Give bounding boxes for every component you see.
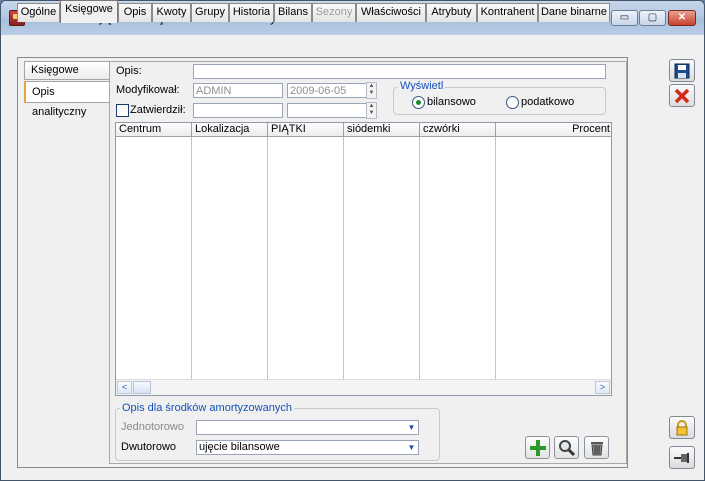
wyswietl-label: Wyświetl [398,80,446,92]
red-x-icon [674,88,690,103]
maximize-button[interactable]: ▢ [639,10,666,26]
tab-grupy[interactable]: Grupy [191,3,229,22]
analytics-grid[interactable]: Centrum Lokalizacja PIĄTKI siódemki czwó… [115,122,612,396]
horizontal-scrollbar[interactable]: < > [116,379,611,395]
zatwierdzil-date-field[interactable] [287,103,367,118]
column-header-centrum[interactable]: Centrum [116,123,192,137]
tab-historia[interactable]: Historia [229,3,274,22]
lock-button[interactable] [669,416,695,439]
tab-kontrahent[interactable]: Kontrahent [477,3,538,22]
radio-bilansowo-label[interactable]: bilansowo [427,96,476,108]
jednotorowo-select[interactable]: ▼ [196,420,419,435]
zatwierdzil-user-field[interactable] [193,103,283,118]
tab-opis[interactable]: Opis [118,3,152,22]
subtab-opis-analityczny[interactable]: Opis analityczny [24,81,110,118]
chevron-down-icon[interactable]: ▼ [405,421,418,434]
magnifier-icon [558,439,575,456]
tab-sezony: Sezony [312,3,356,22]
column-header-siodemki[interactable]: siódemki [344,123,420,137]
modyfikowal-user-field [193,83,283,98]
zatwierdzil-date-spinner[interactable]: ▲ ▼ [366,102,377,119]
scroll-left-button[interactable]: < [117,381,132,394]
floppy-icon [674,63,690,78]
radio-bilansowo[interactable] [412,96,425,109]
spin-down-icon: ▼ [368,90,375,96]
tab-atrybuty[interactable]: Atrybuty [426,3,477,22]
search-button[interactable] [554,436,579,459]
tab-wlasciwosci[interactable]: Właściwości [356,3,426,22]
jednotorowo-label: Jednotorowo [121,421,184,433]
column-divider [191,137,192,380]
pin-button[interactable] [669,446,695,469]
trash-icon [590,441,603,455]
spin-up-icon: ▲ [368,103,375,109]
padlock-icon [676,419,688,435]
scrollbar-thumb[interactable] [133,381,151,394]
chevron-down-icon[interactable]: ▼ [405,441,418,454]
column-header-procent[interactable]: Procent [496,123,611,137]
plus-icon [529,439,546,456]
column-header-czworki[interactable]: czwórki [420,123,496,137]
tab-ogolne[interactable]: Ogólne [17,3,60,22]
radio-podatkowo[interactable] [506,96,519,109]
amortization-label: Opis dla środków amortyzowanych [120,402,294,414]
delete-button[interactable] [584,436,609,459]
scroll-right-button[interactable]: > [595,381,610,394]
opis-label: Opis: [116,65,142,77]
save-button[interactable] [669,59,695,82]
subtab-ksiegowe[interactable]: Księgowe [24,61,110,80]
spin-down-icon: ▼ [368,110,375,116]
radio-podatkowo-label[interactable]: podatkowo [521,96,574,108]
tab-bilans[interactable]: Bilans [274,3,312,22]
dwutorowo-select[interactable]: ujęcie bilansowe ▼ [196,440,419,455]
column-divider [419,137,420,380]
tab-kwoty[interactable]: Kwoty [152,3,191,22]
column-divider [267,137,268,380]
column-header-lokalizacja[interactable]: Lokalizacja [192,123,268,137]
modyfikowal-date-field [287,83,367,98]
spin-up-icon: ▲ [368,83,375,89]
opis-input[interactable] [193,64,606,79]
modyfikowal-date-spinner[interactable]: ▲ ▼ [366,82,377,99]
column-divider [495,137,496,380]
pin-icon [674,452,689,463]
tab-ksiegowe[interactable]: Księgowe [60,0,118,23]
cancel-button[interactable] [669,84,695,107]
column-divider [343,137,344,380]
close-button[interactable]: ✕ [668,10,696,26]
tab-dane-binarne[interactable]: Dane binarne [538,3,610,22]
column-header-piatki[interactable]: PIĄTKI [268,123,344,137]
dwutorowo-label: Dwutorowo [121,441,177,453]
zatwierdzil-label: Zatwierdził: [130,104,186,116]
modyfikowal-label: Modyfikował: [116,84,180,96]
add-button[interactable] [525,436,550,459]
minimize-button[interactable]: ▭ [611,10,638,26]
dwutorowo-value: ujęcie bilansowe [199,441,280,453]
zatwierdzil-checkbox[interactable] [116,104,129,117]
